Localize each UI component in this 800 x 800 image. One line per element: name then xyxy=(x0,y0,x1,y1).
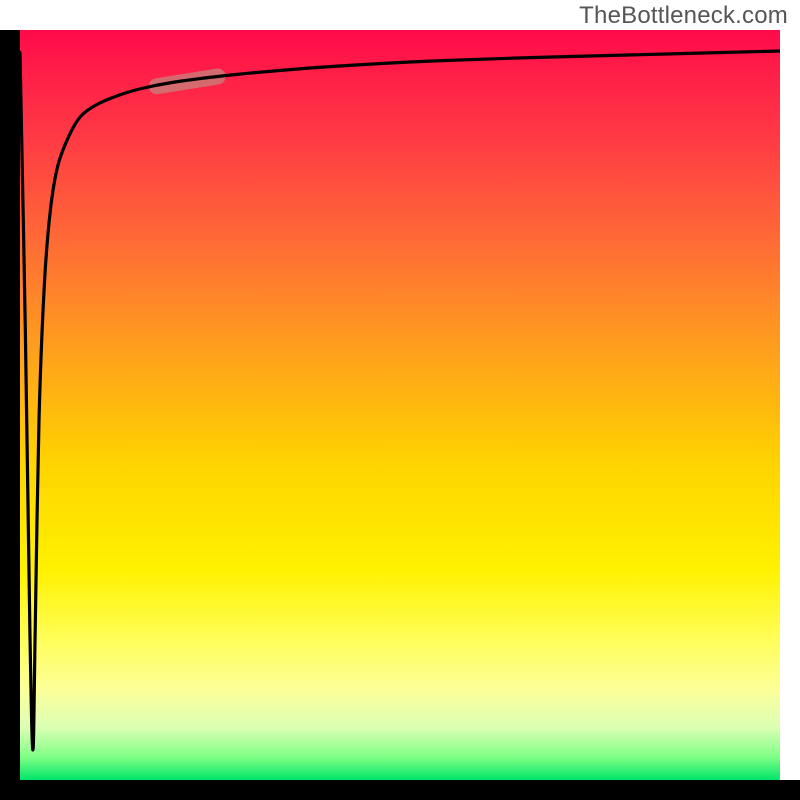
x-axis-bar xyxy=(0,780,800,800)
y-axis-bar xyxy=(0,30,20,800)
bottleneck-chart: TheBottleneck.com xyxy=(0,0,800,800)
attribution-label: TheBottleneck.com xyxy=(579,2,788,30)
plot-area xyxy=(20,30,780,780)
bottleneck-curve xyxy=(20,51,780,750)
curve-layer xyxy=(20,30,780,780)
